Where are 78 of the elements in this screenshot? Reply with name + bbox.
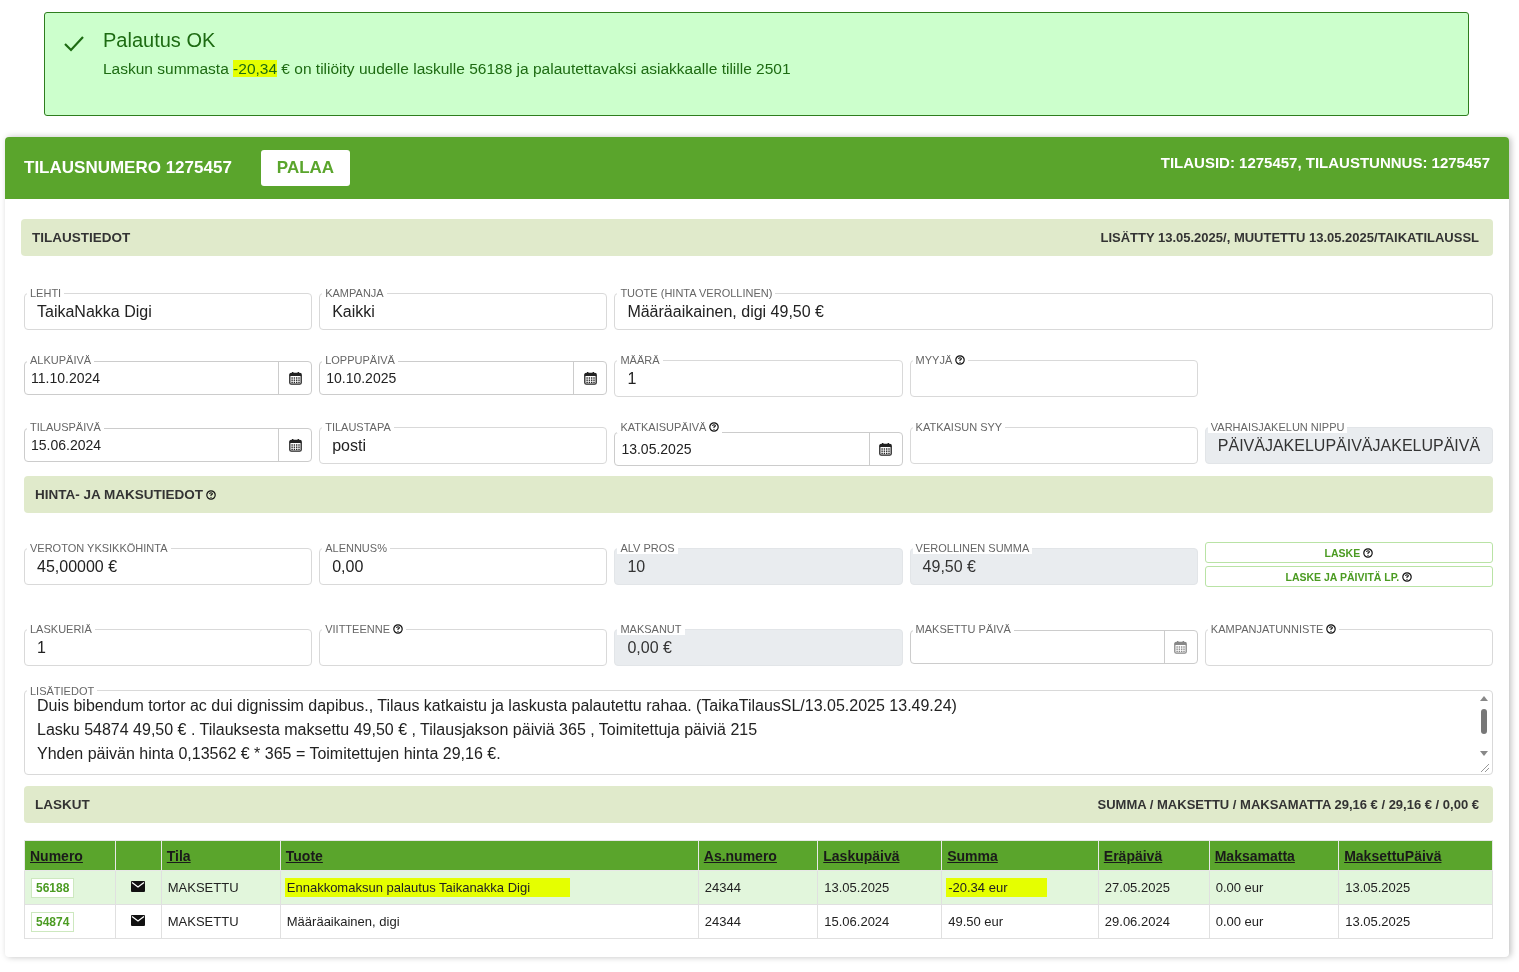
section-title: TILAUSTIEDOT [32,230,131,245]
check-icon [63,35,85,53]
table-cell-text: 27.05.2025 [1103,879,1171,897]
help-icon[interactable] [955,355,966,365]
field-label: VIITTEENNE [322,623,406,635]
field-label: LOPPUPÄIVÄ [322,354,398,366]
help-icon[interactable] [206,489,216,500]
envelope-icon[interactable] [131,915,146,926]
field-label: KATKAISUN SYY [912,421,1006,433]
table-cell-text: 0.00 eur [1214,913,1265,931]
help-icon[interactable] [1363,547,1374,558]
envelope-icon[interactable] [131,881,146,892]
field-label: KAMPANJA [322,287,387,299]
table-cell-text: 24344 [703,879,742,897]
table-cell-text: 29.06.2024 [1103,913,1171,931]
table-cell: -20.34 eur [946,878,1048,897]
field-label: VARHAISJAKELUN NIPPU [1207,421,1348,433]
column-header[interactable]: Numero [24,840,116,871]
table-cell-text: 13.05.2025 [823,879,891,897]
field-label: MAKSANUT [617,623,685,635]
field-label: MÄÄRÄ [617,354,663,366]
invoice-number-link[interactable]: 56188 [31,877,75,898]
field-label: VEROTON YKSIKKÖHINTA [27,542,171,554]
help-icon[interactable] [1402,571,1413,582]
table-cell-text: MAKSETTU [166,913,240,931]
date-field[interactable]: 13.05.2025 [614,432,903,466]
alert-message: Laskun summasta -20,34 € on tiliöity uudelle laskulle 56188 ja palautettavaksi asiakkaalle tilille 2501 [103,60,791,78]
field-label: TILAUSPÄIVÄ [27,421,104,433]
calendar-icon [288,438,302,452]
note-line: Duis bibendum tortor ac dui dignissim dapibus., Tilaus katkaistu ja laskusta palautettu rahaa. (TaikaTilausSL/13.05.2025 13.49.24) [37,696,958,716]
calendar-icon [583,371,597,385]
column-header[interactable]: MaksettuPäivä [1338,840,1493,871]
section-info: LISÄTTY 13.05.2025/, MUUTETTU 13.05.2025/TAIKATILAUSSL [1100,230,1479,245]
note-line: Lasku 54874 49,50 € . Tilauksesta maksettu 49,50 € , Tilausjakson päiviä 365 , Toimitettuja päiviä 215 [37,720,759,740]
calendar-icon [1174,640,1188,654]
field-label: TUOTE (HINTA VEROLLINEN) [617,287,776,299]
invoice-row[interactable]: 54874 MAKSETTU Määräaikainen, digi 24344 15.06.2024 49.50 eur 29.06.2024 0.00 eur 13.05.2025 [24,904,1493,939]
table-cell-text: Määräaikainen, digi [285,913,401,931]
column-header[interactable]: Summa [941,840,1099,871]
help-icon[interactable] [709,422,720,432]
section-title: LASKUT [35,797,90,812]
field-label: ALENNUS% [322,542,390,554]
field-label: MYYJÄ [912,354,969,366]
field-label: MAKSETTU PÄIVÄ [912,623,1014,635]
calendar-icon [288,371,302,385]
help-icon[interactable] [1326,624,1337,634]
field-label: TILAUSTAPA [322,421,394,433]
column-header[interactable]: Tuote [280,840,699,871]
field-label: KATKAISUPÄIVÄ [617,421,723,433]
table-cell-text: 13.05.2025 [1344,913,1412,931]
order-title: TILAUSNUMERO 1275457 [24,158,232,178]
field-label: LISÄTIEDOT [27,685,98,697]
section-title: HINTA- JA MAKSUTIEDOT [35,487,203,502]
table-cell-text: 13.05.2025 [1344,879,1412,897]
field-label: LEHTI [27,287,65,299]
column-header[interactable]: Eräpäivä [1098,840,1210,871]
invoice-row[interactable]: 56188 MAKSETTU Ennakkomaksun palautus Taikanakka Digi 24344 13.05.2025 -20.34 eur 27.05.2025 0.00 eur 13.05.2025 [24,870,1493,905]
table-cell-text: 24344 [703,913,742,931]
alert-title: Palautus OK [103,29,217,52]
table-cell: Ennakkomaksun palautus Taikanakka Digi [284,878,571,897]
column-header[interactable]: Maksamatta [1209,840,1339,871]
column-header[interactable]: As.numero [698,840,818,871]
table-cell-text: MAKSETTU [166,879,240,897]
field-label: LASKUERIÄ [27,623,95,635]
field-label: ALV PROS [617,542,678,554]
field-label: KAMPANJATUNNISTE [1207,623,1340,635]
table-cell-text: 15.06.2024 [823,913,891,931]
column-header[interactable]: Tila [161,840,281,871]
calendar-icon [879,442,893,456]
field-label: VEROLLINEN SUMMA [912,542,1033,554]
column-header[interactable]: Laskupäivä [817,840,942,871]
table-cell-text: 0.00 eur [1214,879,1265,897]
help-icon[interactable] [393,624,403,634]
order-ids: TILAUSID: 1275457, TILAUSTUNNUS: 1275457 [1160,154,1490,171]
note-line: Yhden päivän hinta 0,13562 € * 365 = Toimitettujen hinta 29,16 €. [37,744,502,764]
section-info: SUMMA / MAKSETTU / MAKSAMATTA 29,16 € / 29,16 € / 0,00 € [1097,797,1479,812]
field-label: ALKUPÄIVÄ [27,354,95,366]
table-cell-text: 49.50 eur [947,913,1005,931]
